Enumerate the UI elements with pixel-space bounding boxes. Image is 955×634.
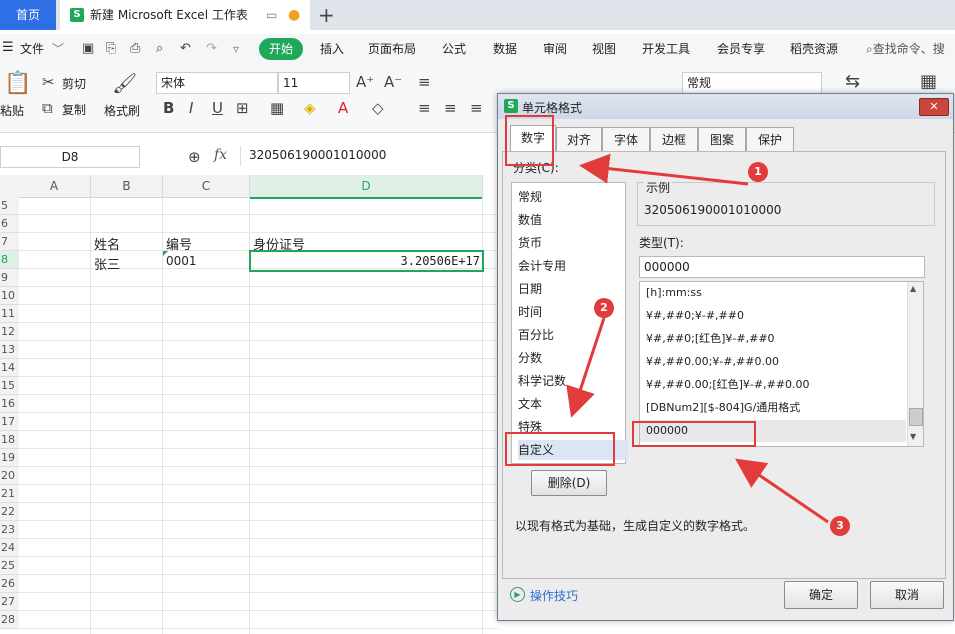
arrow-3 [735,458,829,524]
arrow-2 [566,317,606,418]
annotation-arrows [566,153,829,524]
step-badge-1: 1 [748,162,768,182]
arrow-1 [579,153,749,186]
step-badge-2: 2 [594,298,614,318]
step-badge-3: 3 [830,516,850,536]
